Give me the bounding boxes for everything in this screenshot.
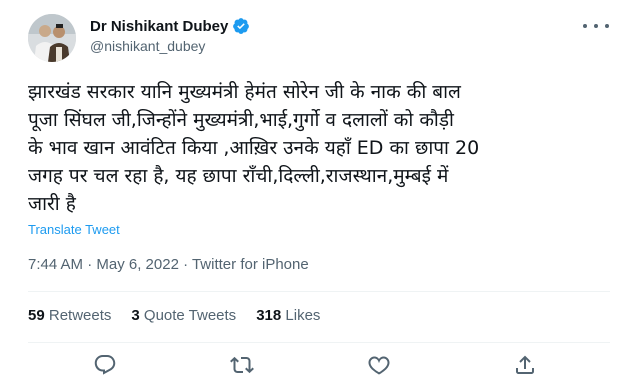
likes-label: Likes <box>285 307 321 324</box>
tweet-text-line: के भाव खान आवंटित किया ,आख़िर उनके यहाँ … <box>28 137 480 159</box>
translate-tweet-link[interactable]: Translate Tweet <box>28 222 120 237</box>
quote-tweets-label: Quote Tweets <box>143 307 237 324</box>
author-block[interactable]: Dr Nishikant Dubey @nishikant_dubey <box>90 16 250 54</box>
like-icon[interactable] <box>367 353 391 377</box>
tweet-text-line: झारखंड सरकार यानि मुख्यमंत्री हेमंत सोरे… <box>28 81 461 103</box>
tweet-text-line: जगह पर चल रहा है, यह छापा राँची,दिल्ली,र… <box>28 165 449 187</box>
author-handle[interactable]: @nishikant_dubey <box>90 38 250 54</box>
tweet-text-line: पूजा सिंघल जी,जिन्होंने मुख्यमंत्री,भाई,… <box>28 109 454 131</box>
quote-tweets-stat[interactable]: 3 Quote Tweets <box>131 307 236 324</box>
likes-stat[interactable]: 318 Likes <box>256 307 320 324</box>
avatar[interactable] <box>28 14 76 62</box>
retweets-label: Retweets <box>48 307 112 324</box>
tweet-card: Dr Nishikant Dubey @nishikant_dubey झारख… <box>0 0 627 377</box>
divider <box>28 342 610 343</box>
likes-count: 318 <box>256 307 282 324</box>
tweet-timestamp[interactable]: 7:44 AM · May 6, 2022 · Twitter for iPho… <box>28 256 309 273</box>
tweet-stats: 59 Retweets 3 Quote Tweets 318 Likes <box>28 307 340 324</box>
tweet-actions <box>0 353 627 377</box>
quote-tweets-count: 3 <box>131 307 140 324</box>
more-options-icon[interactable] <box>583 16 609 36</box>
retweets-stat[interactable]: 59 Retweets <box>28 307 111 324</box>
divider <box>28 291 610 292</box>
retweets-count: 59 <box>28 307 45 324</box>
verified-badge-icon <box>232 17 250 35</box>
reply-icon[interactable] <box>93 353 117 377</box>
tweet-text-line: जारी है <box>28 193 76 215</box>
tweet-text: झारखंड सरकार यानि मुख्यमंत्री हेमंत सोरे… <box>28 78 608 218</box>
author-display-name[interactable]: Dr Nishikant Dubey <box>90 18 228 35</box>
profile-photo-icon <box>28 14 76 62</box>
retweet-icon[interactable] <box>230 353 254 377</box>
share-icon[interactable] <box>513 353 537 377</box>
